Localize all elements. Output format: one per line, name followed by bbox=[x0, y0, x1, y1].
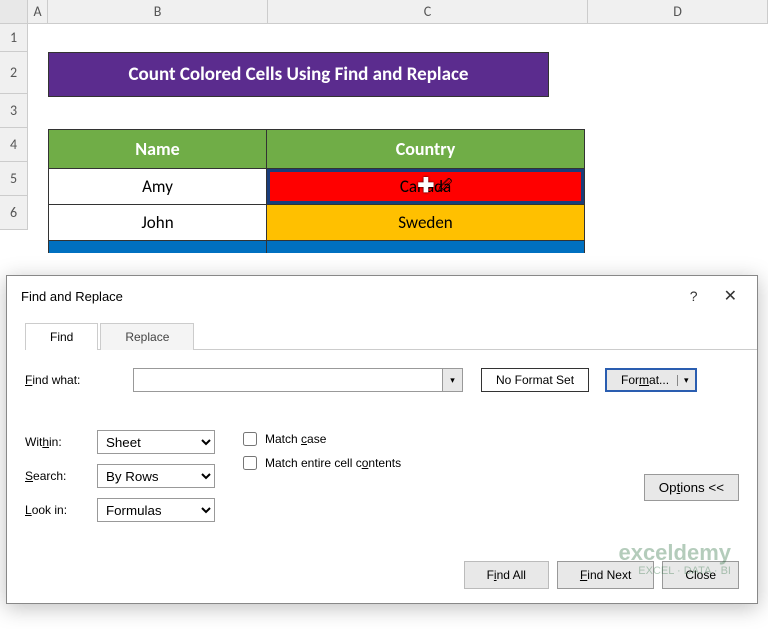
col-header-b[interactable]: B bbox=[48, 0, 268, 23]
select-all-corner[interactable] bbox=[0, 0, 28, 23]
col-header-d[interactable]: D bbox=[588, 0, 768, 23]
row-header-5[interactable]: 5 bbox=[0, 162, 27, 196]
close-icon[interactable]: ✕ bbox=[718, 286, 743, 306]
column-headers: A B C D bbox=[0, 0, 768, 24]
format-button[interactable]: Format... ▾ bbox=[605, 368, 697, 392]
find-what-row: Find what: ▾ No Format Set Format... ▾ bbox=[25, 368, 739, 392]
find-what-label: Find what: bbox=[25, 373, 125, 387]
lookin-select[interactable]: Formulas bbox=[97, 498, 215, 522]
row-header-4[interactable]: 4 bbox=[0, 128, 27, 162]
chevron-down-icon: ▾ bbox=[450, 375, 455, 386]
dialog-title: Find and Replace bbox=[21, 289, 123, 304]
search-label: Search: bbox=[25, 469, 89, 483]
options-toggle-button[interactable]: Options << bbox=[644, 474, 739, 501]
cell-name-amy[interactable]: Amy bbox=[49, 169, 267, 205]
within-select[interactable]: Sheet bbox=[97, 430, 215, 454]
table-row-partial bbox=[49, 241, 585, 253]
find-what-input[interactable] bbox=[133, 368, 443, 392]
worksheet-area[interactable]: Count Colored Cells Using Find and Repla… bbox=[48, 24, 585, 253]
dialog-tabs: Find Replace bbox=[25, 322, 757, 350]
options-left: Within: Sheet Search: By Rows Look in: F… bbox=[25, 430, 215, 522]
cell-selection bbox=[267, 169, 584, 204]
options-area: Within: Sheet Search: By Rows Look in: F… bbox=[25, 430, 739, 522]
row-headers: 1 2 3 4 5 6 bbox=[0, 24, 28, 230]
find-all-button[interactable]: Find All bbox=[464, 561, 549, 589]
header-country[interactable]: Country bbox=[267, 130, 585, 169]
row-header-3[interactable]: 3 bbox=[0, 94, 27, 128]
cell-country-canada[interactable]: Canada ✚ 🖉 bbox=[267, 169, 585, 205]
cell-blue-left[interactable] bbox=[49, 241, 267, 253]
title-cell[interactable]: Count Colored Cells Using Find and Repla… bbox=[48, 52, 549, 97]
cell-name-john[interactable]: John bbox=[49, 205, 267, 241]
search-select[interactable]: By Rows bbox=[97, 464, 215, 488]
dialog-titlebar[interactable]: Find and Replace ? ✕ bbox=[7, 276, 757, 312]
col-header-c[interactable]: C bbox=[268, 0, 588, 23]
options-right: Match case Match entire cell contents bbox=[243, 430, 401, 522]
tab-replace[interactable]: Replace bbox=[100, 323, 194, 350]
header-name[interactable]: Name bbox=[49, 130, 267, 169]
dialog-footer: Find All Find Next Close bbox=[464, 561, 739, 589]
row-header-1[interactable]: 1 bbox=[0, 24, 27, 52]
cell-country-sweden[interactable]: Sweden bbox=[267, 205, 585, 241]
table-row: John Sweden bbox=[49, 205, 585, 241]
within-label: Within: bbox=[25, 435, 89, 449]
table-row: Amy Canada ✚ 🖉 bbox=[49, 169, 585, 205]
find-what-combo: ▾ bbox=[133, 368, 463, 392]
col-header-a[interactable]: A bbox=[28, 0, 48, 23]
lookin-label: Look in: bbox=[25, 503, 89, 517]
row-header-6[interactable]: 6 bbox=[0, 196, 27, 230]
help-button[interactable]: ? bbox=[690, 288, 698, 304]
no-format-label: No Format Set bbox=[481, 368, 589, 392]
tab-find[interactable]: Find bbox=[25, 323, 98, 350]
dialog-body: Find what: ▾ No Format Set Format... ▾ W… bbox=[7, 350, 757, 532]
find-next-button[interactable]: Find Next bbox=[557, 561, 654, 589]
cell-blue-right[interactable] bbox=[267, 241, 585, 253]
find-replace-dialog: Find and Replace ? ✕ Find Replace Find w… bbox=[6, 275, 758, 604]
find-dropdown-button[interactable]: ▾ bbox=[443, 368, 463, 392]
close-button[interactable]: Close bbox=[662, 561, 739, 589]
match-case-checkbox[interactable]: Match case bbox=[243, 432, 401, 446]
match-entire-checkbox[interactable]: Match entire cell contents bbox=[243, 456, 401, 470]
chevron-down-icon: ▾ bbox=[677, 375, 689, 386]
row-header-2[interactable]: 2 bbox=[0, 52, 27, 94]
data-table: Name Country Amy Canada ✚ 🖉 John Sweden bbox=[48, 129, 585, 253]
format-button-label: Format... bbox=[621, 373, 669, 387]
